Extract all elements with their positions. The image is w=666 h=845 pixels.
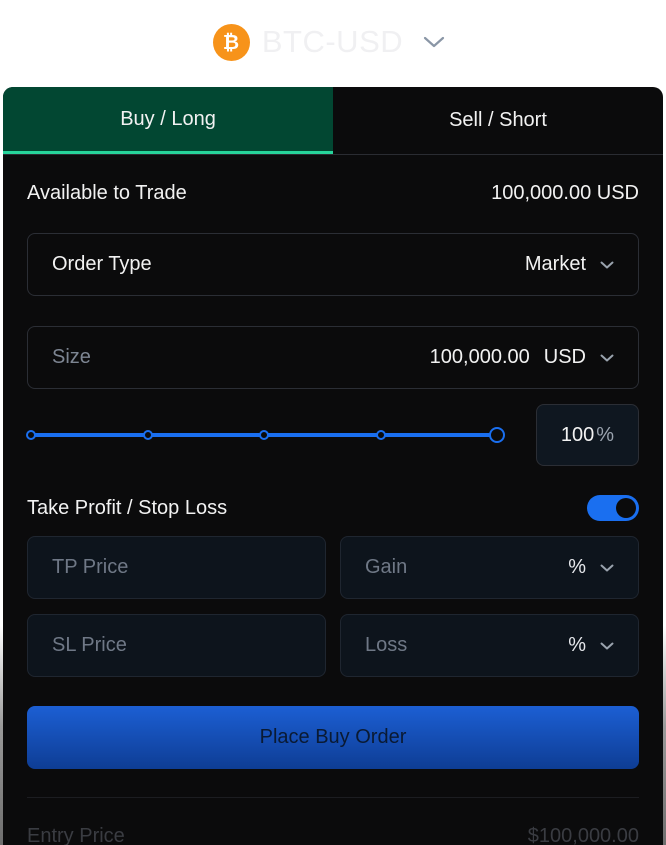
svg-text:₿: ₿: [223, 31, 239, 53]
tab-buy-long[interactable]: Buy / Long: [3, 87, 333, 154]
order-type-select[interactable]: Order Type Market: [27, 233, 639, 296]
slider-stop[interactable]: [375, 430, 386, 440]
size-unit-select[interactable]: USD: [544, 346, 586, 369]
tp-price-placeholder: TP Price: [52, 556, 129, 578]
tp-price-input[interactable]: TP Price: [27, 536, 326, 599]
tpsl-toggle[interactable]: [587, 495, 639, 521]
bitcoin-logo-icon: ₿: [212, 23, 250, 61]
gain-unit-select[interactable]: %: [568, 556, 586, 579]
tpsl-label: Take Profit / Stop Loss: [27, 496, 228, 519]
size-input[interactable]: Size 100,000.00 USD: [27, 326, 639, 389]
entry-price-label: Entry Price: [27, 825, 125, 845]
size-percent-value: 100: [560, 423, 595, 446]
order-type-label: Order Type: [52, 253, 152, 275]
sl-price-input[interactable]: SL Price: [27, 614, 326, 677]
chevron-down-icon: [600, 261, 614, 269]
tpsl-row: Take Profit / Stop Loss: [27, 495, 639, 521]
order-type-value: Market: [524, 253, 586, 275]
gain-placeholder: Gain: [365, 556, 408, 578]
available-label: Available to Trade: [27, 182, 187, 204]
asset-selector[interactable]: ₿ BTC-USD: [0, 0, 666, 84]
tab-sell-short[interactable]: Sell / Short: [333, 87, 663, 154]
slider-handle[interactable]: [489, 427, 505, 443]
side-tabs: Buy / Long Sell / Short: [3, 87, 663, 155]
sl-price-placeholder: SL Price: [52, 634, 127, 656]
size-label: Size: [52, 346, 91, 368]
slider-stop[interactable]: [26, 430, 36, 440]
chevron-down-icon[interactable]: [600, 564, 614, 572]
slider-stop[interactable]: [142, 430, 153, 440]
loss-unit-select[interactable]: %: [568, 634, 586, 657]
chevron-down-icon[interactable]: [423, 36, 445, 48]
place-buy-order-button[interactable]: Place Buy Order: [27, 706, 639, 769]
available-to-trade-row: Available to Trade 100,000.00 USD: [27, 182, 639, 205]
entry-price-value: $100,000.00: [527, 825, 639, 845]
asset-name: BTC-USD: [261, 24, 404, 59]
toggle-knob: [616, 498, 636, 518]
size-value: 100,000.00: [429, 346, 530, 368]
available-value: 100,000.00 USD: [491, 182, 639, 204]
chevron-down-icon[interactable]: [600, 354, 614, 362]
slider-stop[interactable]: [259, 430, 269, 440]
order-panel: Buy / Long Sell / Short Available to Tra…: [3, 87, 663, 845]
loss-input[interactable]: Loss %: [340, 614, 639, 677]
divider: [27, 797, 639, 798]
chevron-down-icon[interactable]: [600, 642, 614, 650]
entry-price-row: Entry Price $100,000.00: [27, 825, 639, 845]
size-percent-input[interactable]: 100%: [536, 404, 639, 466]
percent-sign: %: [596, 423, 615, 446]
size-slider[interactable]: [26, 427, 505, 443]
loss-placeholder: Loss: [365, 634, 408, 656]
gain-input[interactable]: Gain %: [340, 536, 639, 599]
